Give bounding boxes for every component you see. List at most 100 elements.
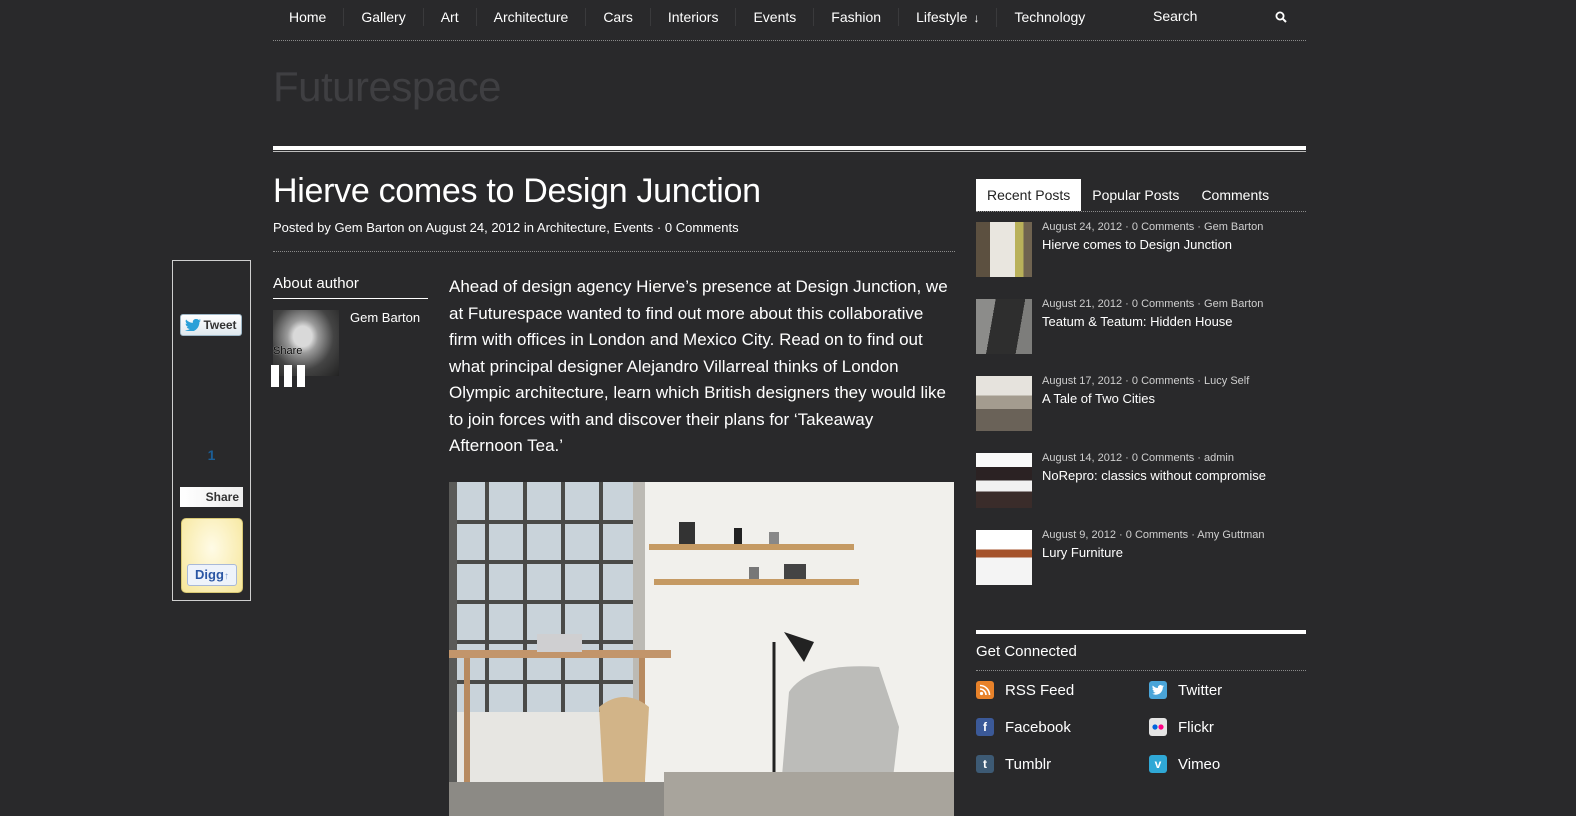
nav-menu: Home Gallery Art Architecture Cars Inter… (273, 0, 1306, 34)
nav-item-technology[interactable]: Technology (997, 8, 1102, 26)
nav-item-interiors[interactable]: Interiors (651, 8, 737, 26)
nav-link[interactable]: Home (289, 9, 326, 25)
tab-recent-posts[interactable]: Recent Posts (976, 179, 1082, 211)
post-intro: Ahead of design agency Hierve’s presence… (449, 277, 948, 455)
recent-post-meta: August 9, 2012 · 0 Comments · Amy Guttma… (1042, 529, 1265, 541)
list-item[interactable]: August 9, 2012 · 0 Comments · Amy Guttma… (976, 529, 1306, 607)
post-thumbnail[interactable] (976, 222, 1032, 277)
recent-post-title[interactable]: Hierve comes to Design Junction (1042, 237, 1232, 252)
share-button[interactable]: Share (180, 487, 243, 507)
share-count: 1 (207, 447, 216, 463)
recent-post-title[interactable]: A Tale of Two Cities (1042, 391, 1155, 406)
tab-popular-posts[interactable]: Popular Posts (1081, 179, 1190, 211)
social-label: Twitter (1178, 681, 1223, 699)
nav-link[interactable]: Fashion (831, 9, 881, 25)
rss-icon (976, 681, 994, 699)
nav-link[interactable]: Cars (603, 9, 633, 25)
category-link-events[interactable]: Events (614, 220, 654, 235)
connect-divider (976, 630, 1306, 634)
nav-item-cars[interactable]: Cars (586, 8, 651, 26)
tab-comments[interactable]: Comments (1190, 179, 1280, 211)
tumblr-icon: t (976, 755, 994, 773)
share-count-bars (271, 365, 310, 392)
recent-post-title[interactable]: Lury Furniture (1042, 545, 1123, 560)
top-navigation: Home Gallery Art Architecture Cars Inter… (273, 0, 1306, 41)
nav-item-lifestyle[interactable]: Lifestyle ↓ (899, 7, 998, 27)
nav-item-gallery[interactable]: Gallery (344, 8, 424, 26)
post-thumbnail[interactable] (976, 530, 1032, 585)
facebook-link[interactable]: f Facebook (976, 717, 1149, 737)
list-item[interactable]: August 24, 2012 · 0 Comments · Gem Barto… (976, 221, 1306, 299)
nav-link[interactable]: Gallery (361, 9, 405, 25)
post-date: August 24, 2012 (425, 220, 521, 235)
on-label: on (408, 220, 423, 235)
social-label: Facebook (1005, 718, 1071, 736)
about-author-heading: About author (273, 275, 428, 299)
recent-post-title[interactable]: NoRepro: classics without compromise (1042, 468, 1266, 483)
social-label: RSS Feed (1005, 681, 1075, 699)
recent-post-meta: August 24, 2012 · 0 Comments · Gem Barto… (1042, 221, 1264, 233)
post-thumbnail[interactable] (976, 299, 1032, 354)
search-box (1153, 8, 1303, 26)
list-item[interactable]: August 14, 2012 · 0 Comments · admin NoR… (976, 452, 1306, 530)
nav-item-art[interactable]: Art (424, 8, 477, 26)
nav-item-architecture[interactable]: Architecture (477, 8, 587, 26)
nav-link[interactable]: Events (753, 9, 796, 25)
site-title[interactable]: Futurespace (273, 63, 501, 111)
vimeo-icon: v (1149, 755, 1167, 773)
post-featured-image (449, 482, 954, 816)
digg-label: Digg (195, 567, 224, 582)
category-link-architecture[interactable]: Architecture (537, 220, 606, 235)
flickr-icon (1149, 718, 1167, 736)
post-thumbnail[interactable] (976, 376, 1032, 431)
tweet-button[interactable]: Tweet (180, 314, 242, 336)
vimeo-link[interactable]: v Vimeo (1149, 754, 1306, 774)
nav-item-fashion[interactable]: Fashion (814, 8, 900, 26)
posted-by-label: Posted by (273, 220, 331, 235)
nav-item-home[interactable]: Home (273, 8, 345, 26)
comments-link[interactable]: 0 Comments (665, 220, 739, 235)
social-label: Vimeo (1178, 755, 1221, 773)
nav-link[interactable]: Architecture (494, 9, 569, 25)
post-title[interactable]: Hierve comes to Design Junction (273, 172, 761, 211)
post-meta: Posted by Gem Barton on August 24, 2012 … (273, 220, 955, 252)
post-author-link[interactable]: Gem Barton (334, 220, 404, 235)
nav-link[interactable]: Art (441, 9, 459, 25)
rss-feed-link[interactable]: RSS Feed (976, 680, 1149, 700)
nav-link[interactable]: Technology (1014, 9, 1085, 25)
digg-widget: Digg↑ (181, 518, 243, 593)
social-label: Tumblr (1005, 755, 1052, 773)
share-label[interactable]: Share (273, 345, 302, 357)
nav-link[interactable]: Interiors (668, 9, 719, 25)
get-connected-heading: Get Connected (976, 643, 1306, 671)
tumblr-link[interactable]: t Tumblr (976, 754, 1149, 774)
header-divider (273, 146, 1306, 152)
about-author-name[interactable]: Gem Barton (350, 310, 420, 325)
list-item[interactable]: August 17, 2012 · 0 Comments · Lucy Self… (976, 375, 1306, 453)
twitter-bird-icon (185, 319, 202, 331)
sidebar-tabs: Recent Posts Popular Posts Comments (976, 179, 1306, 212)
recent-post-title[interactable]: Teatum & Teatum: Hidden House (1042, 314, 1233, 329)
search-icon[interactable] (1275, 10, 1287, 28)
arrow-up-icon: ↑ (223, 571, 229, 582)
tweet-label: Tweet (203, 318, 237, 332)
recent-post-meta: August 21, 2012 · 0 Comments · Gem Barto… (1042, 298, 1264, 310)
social-label: Flickr (1178, 718, 1214, 736)
nav-item-events[interactable]: Events (736, 8, 815, 26)
post-thumbnail[interactable] (976, 453, 1032, 508)
social-links: RSS Feed Twitter f Facebook Flickr t Tum… (976, 680, 1306, 774)
twitter-link[interactable]: Twitter (1149, 680, 1306, 700)
facebook-icon: f (976, 718, 994, 736)
twitter-icon (1149, 681, 1167, 699)
search-input[interactable] (1153, 8, 1263, 24)
recent-post-meta: August 17, 2012 · 0 Comments · Lucy Self (1042, 375, 1250, 387)
nav-link[interactable]: Lifestyle (916, 9, 967, 25)
flickr-link[interactable]: Flickr (1149, 717, 1306, 737)
social-share-box: Tweet 1 Share Digg↑ (172, 260, 251, 601)
recent-posts-list: August 24, 2012 · 0 Comments · Gem Barto… (976, 221, 1306, 607)
digg-button[interactable]: Digg↑ (187, 564, 237, 586)
in-label: in (523, 220, 534, 235)
recent-post-meta: August 14, 2012 · 0 Comments · admin (1042, 452, 1234, 464)
arrow-down-icon: ↓ (973, 10, 980, 25)
list-item[interactable]: August 21, 2012 · 0 Comments · Gem Barto… (976, 298, 1306, 376)
